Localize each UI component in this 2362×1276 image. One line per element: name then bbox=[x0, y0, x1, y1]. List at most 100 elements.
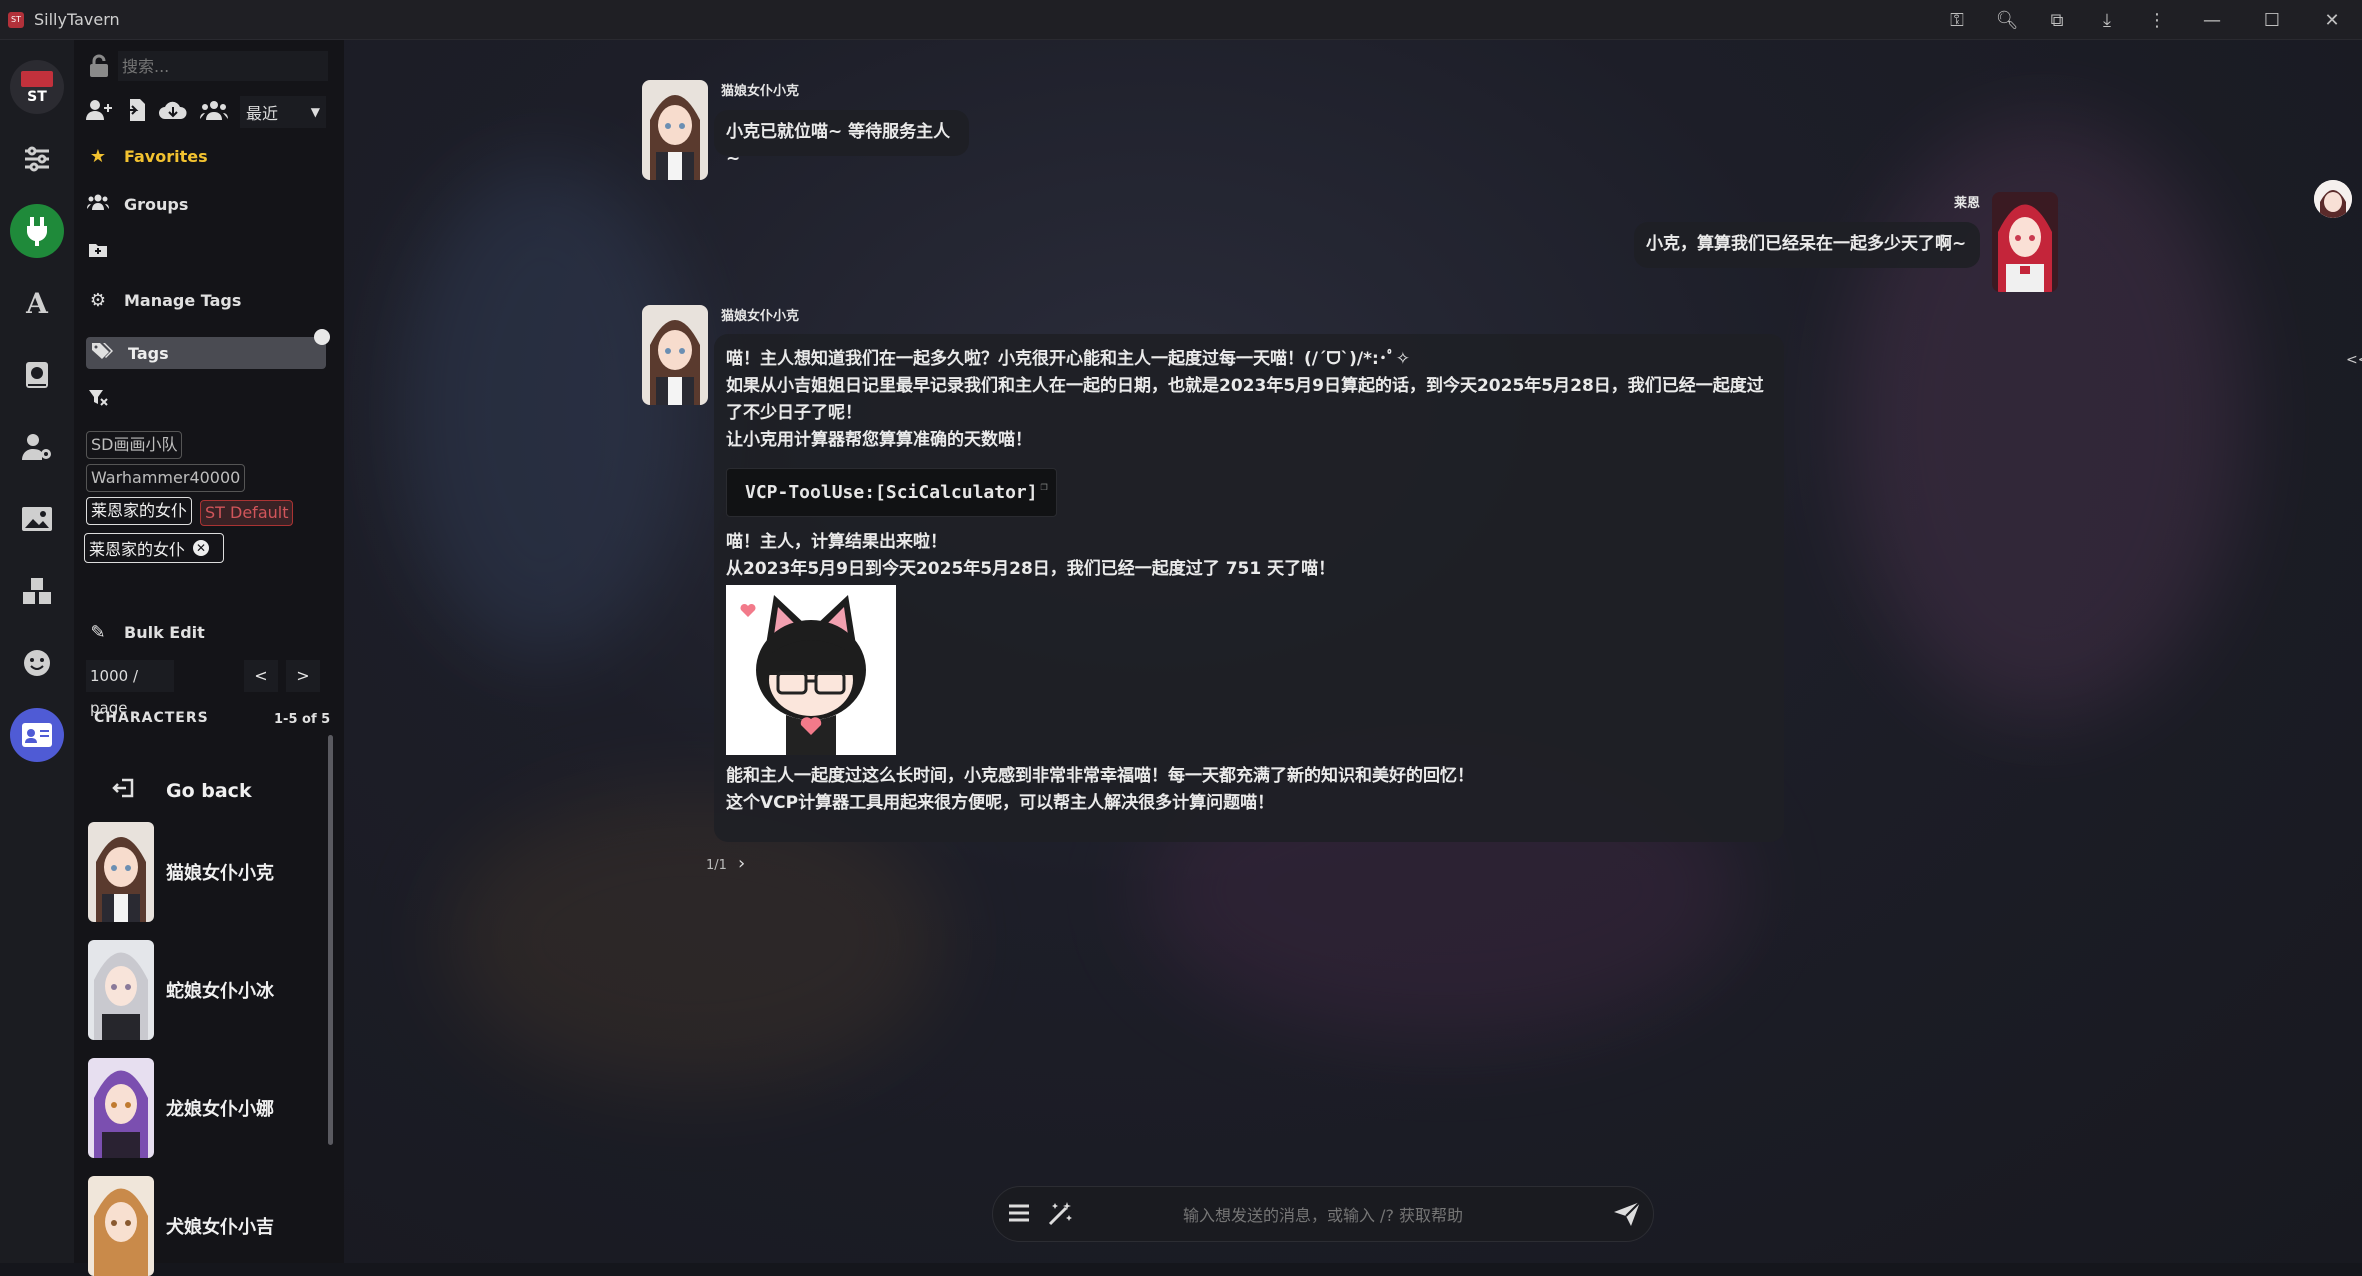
tag-chip[interactable]: SD画画小队 bbox=[86, 431, 183, 459]
smile-icon[interactable] bbox=[10, 636, 64, 690]
more-icon[interactable]: ⋮ bbox=[2132, 0, 2182, 40]
sort-select[interactable]: 最近 ▼ bbox=[240, 96, 326, 128]
users-icon bbox=[86, 194, 110, 215]
sliders-icon[interactable] bbox=[10, 132, 64, 186]
extensions-icon[interactable]: ⧉ bbox=[2032, 0, 2082, 40]
message-text: 小克，算算我们已经呆在一起多少天了啊~ bbox=[1646, 234, 1967, 254]
create-group-icon[interactable] bbox=[200, 99, 228, 125]
st-logo-icon[interactable]: ST bbox=[10, 60, 64, 114]
active-tag-filter: 莱恩家的女仆 ✕ bbox=[84, 533, 224, 563]
message-composer bbox=[992, 1186, 1654, 1242]
manage-tags-item[interactable]: ⚙ Manage Tags bbox=[86, 284, 241, 316]
message-bubble: 小克已就位喵~ 等待服务主人~ bbox=[714, 110, 969, 169]
message-input[interactable] bbox=[1083, 1199, 1563, 1231]
title-bar: ST SillyTavern ⚿ 🔍︎ ⧉ ⤓ ⋮ — ☐ ✕ bbox=[0, 0, 2362, 40]
tag-chip-selected[interactable]: 莱恩家的女仆 bbox=[86, 497, 193, 525]
character-item[interactable]: 龙娘女仆小娜 bbox=[88, 1058, 318, 1158]
chevron-down-icon: ▼ bbox=[310, 105, 320, 119]
per-page-select[interactable]: 1000 / page bbox=[86, 660, 174, 717]
minimize-button[interactable]: — bbox=[2182, 0, 2242, 40]
go-back-item[interactable]: Go back bbox=[112, 778, 252, 803]
message-author: 猫娘女仆小克 bbox=[721, 309, 800, 324]
image-icon[interactable] bbox=[10, 492, 64, 546]
bulk-edit-label: Bulk Edit bbox=[124, 622, 205, 642]
folder-plus-icon bbox=[86, 242, 110, 263]
tags-item[interactable]: Tags bbox=[86, 337, 326, 369]
filter-clear-icon bbox=[86, 389, 110, 412]
id-card-icon[interactable] bbox=[10, 708, 64, 762]
chibi-image[interactable] bbox=[726, 585, 896, 755]
lock-icon[interactable] bbox=[86, 51, 112, 81]
search-bar bbox=[86, 50, 334, 82]
avatar bbox=[88, 940, 154, 1040]
cubes-icon[interactable] bbox=[10, 564, 64, 618]
collapse-panel-toggle[interactable]: << bbox=[2346, 352, 2362, 368]
message-line: 这个VCP计算器工具用起来很方便呢，可以帮主人解决很多计算问题喵！ bbox=[726, 793, 1275, 813]
new-folder-item[interactable] bbox=[86, 236, 124, 268]
maximize-button[interactable]: ☐ bbox=[2242, 0, 2302, 40]
icon-rail: ST A bbox=[0, 40, 74, 1263]
message-line: 从2023年5月9日到今天2025年5月28日，我们已经一起度过了 751 天了… bbox=[726, 559, 1336, 579]
character-list-scrollbar[interactable] bbox=[328, 735, 333, 1145]
plug-icon[interactable] bbox=[10, 204, 64, 258]
avatar[interactable] bbox=[642, 80, 708, 180]
character-name: 蛇娘女仆小冰 bbox=[166, 981, 274, 1002]
message-line: 如果从小吉姐姐日记里最早记录我们和主人在一起的日期，也就是2023年5月9日算起… bbox=[726, 376, 1764, 423]
favorites-item[interactable]: ★ Favorites bbox=[86, 140, 208, 172]
bulk-edit-item[interactable]: ✎ Bulk Edit bbox=[86, 616, 205, 648]
edit-icon: ✎ bbox=[90, 621, 106, 643]
window-title: SillyTavern bbox=[34, 10, 120, 29]
groups-label: Groups bbox=[124, 194, 189, 214]
download-icon[interactable]: ⤓ bbox=[2082, 0, 2132, 40]
message-text: 小克已就位喵~ 等待服务主人~ bbox=[726, 122, 951, 169]
cloud-download-icon[interactable] bbox=[158, 99, 188, 125]
tag-chip[interactable]: Warhammer40000 bbox=[86, 464, 246, 492]
message-bubble: 小克，算算我们已经呆在一起多少天了啊~ bbox=[1634, 222, 1980, 268]
swipe-counter: 1/1 bbox=[706, 858, 727, 873]
characters-header: CHARACTERS bbox=[94, 710, 209, 726]
characters-count: 1-5 of 5 bbox=[274, 712, 331, 727]
character-item[interactable]: 猫娘女仆小克 bbox=[88, 822, 318, 922]
key-icon[interactable]: ⚿ bbox=[1932, 0, 1982, 40]
message-line: 让小克用计算器帮您算算准确的天数喵！ bbox=[726, 430, 1032, 450]
magic-wand-icon[interactable] bbox=[1047, 1201, 1073, 1231]
scroll-handle[interactable] bbox=[314, 329, 330, 345]
copy-icon[interactable]: ❐ bbox=[1040, 473, 1047, 500]
character-name: 犬娘女仆小吉 bbox=[166, 1217, 274, 1238]
go-back-icon bbox=[112, 778, 152, 803]
import-file-icon[interactable] bbox=[124, 98, 146, 126]
persona-avatar[interactable] bbox=[2314, 180, 2352, 218]
favorites-label: Favorites bbox=[124, 146, 208, 166]
message-line: 喵！主人想知道我们在一起多久啦？小克很开心能和主人一起度过每一天喵！(/ˊᗜˋ)… bbox=[726, 349, 1410, 369]
user-gear-icon[interactable] bbox=[10, 420, 64, 474]
avatar[interactable] bbox=[1992, 192, 2058, 292]
avatar bbox=[88, 1058, 154, 1158]
tag-chip-st-default[interactable]: ST Default bbox=[200, 500, 294, 526]
character-item[interactable]: 犬娘女仆小吉 bbox=[88, 1176, 318, 1276]
avatar[interactable] bbox=[642, 305, 708, 405]
sidebar-actions: 最近 ▼ bbox=[86, 96, 326, 128]
tags-label: Tags bbox=[128, 343, 169, 363]
swipe-right-icon[interactable]: › bbox=[738, 853, 745, 874]
close-button[interactable]: ✕ bbox=[2302, 0, 2362, 40]
message-bubble: 喵！主人想知道我们在一起多久啦？小克很开心能和主人一起度过每一天喵！(/ˊᗜˋ)… bbox=[714, 334, 1784, 842]
character-item[interactable]: 蛇娘女仆小冰 bbox=[88, 940, 318, 1040]
character-sidebar: 最近 ▼ ★ Favorites Groups ⚙ Manage Tags Ta… bbox=[74, 40, 344, 1276]
groups-item[interactable]: Groups bbox=[86, 188, 188, 220]
clear-filter-item[interactable] bbox=[86, 384, 124, 416]
close-circle-icon[interactable]: ✕ bbox=[193, 540, 210, 556]
next-page-button[interactable]: > bbox=[286, 660, 320, 692]
search-input[interactable] bbox=[118, 51, 328, 81]
avatar bbox=[88, 1176, 154, 1276]
app-icon: ST bbox=[8, 11, 24, 28]
add-character-icon[interactable] bbox=[86, 99, 112, 126]
prev-page-button[interactable]: < bbox=[244, 660, 278, 692]
code-text: VCP-ToolUse:[SciCalculator] bbox=[745, 482, 1038, 503]
menu-icon[interactable] bbox=[1007, 1201, 1031, 1229]
message-line: 喵！主人，计算结果出来啦！ bbox=[726, 532, 947, 552]
zoom-icon[interactable]: 🔍︎ bbox=[1982, 0, 2032, 40]
font-icon[interactable]: A bbox=[10, 276, 64, 330]
book-globe-icon[interactable] bbox=[10, 348, 64, 402]
code-block: VCP-ToolUse:[SciCalculator] ❐ bbox=[726, 468, 1057, 517]
send-icon[interactable] bbox=[1613, 1201, 1641, 1231]
